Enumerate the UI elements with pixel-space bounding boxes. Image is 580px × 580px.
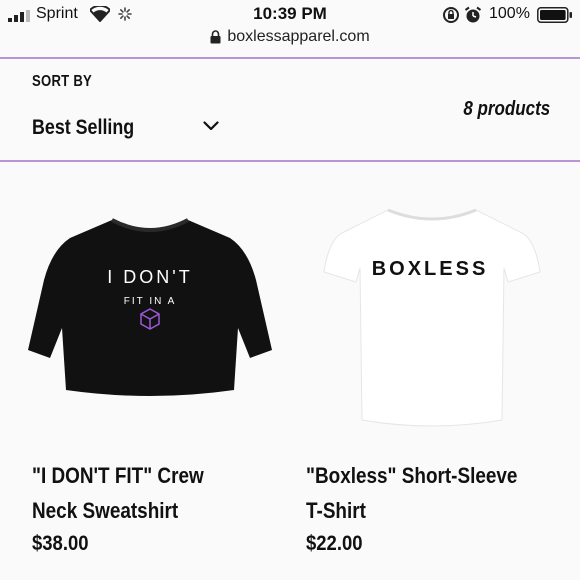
alarm-icon	[464, 6, 482, 23]
url-text: boxlessapparel.com	[227, 28, 370, 45]
product-title[interactable]: "I DON'T FIT" Crew Neck Sweatshirt	[32, 458, 247, 528]
product-image-sweatshirt[interactable]: I DON'T FIT IN A	[20, 180, 280, 440]
sort-select[interactable]: Best Selling	[32, 116, 134, 140]
sweatshirt-print-line1: I DON'T	[107, 267, 192, 287]
divider	[0, 160, 580, 162]
product-title[interactable]: "Boxless" Short-Sleeve T-Shirt	[306, 458, 531, 528]
chevron-down-icon[interactable]	[203, 121, 219, 131]
lock-icon	[210, 30, 221, 44]
product-price: $22.00	[306, 532, 363, 555]
tshirt-print-text: BOXLESS	[372, 258, 489, 280]
products-count: 8 products	[463, 98, 550, 120]
address-bar[interactable]: boxlessapparel.com	[0, 28, 580, 58]
battery-icon	[537, 7, 572, 23]
product-price: $38.00	[32, 532, 89, 555]
sort-by-label: SORT BY	[32, 73, 93, 90]
rotation-lock-icon	[443, 7, 459, 23]
status-bar: Sprint 10:39 PM 100%	[0, 0, 580, 30]
battery-percent: 100%	[489, 5, 530, 22]
product-image-tshirt[interactable]: BOXLESS	[302, 180, 562, 440]
divider	[0, 57, 580, 59]
sweatshirt-print-line2: FIT IN A	[124, 296, 177, 307]
